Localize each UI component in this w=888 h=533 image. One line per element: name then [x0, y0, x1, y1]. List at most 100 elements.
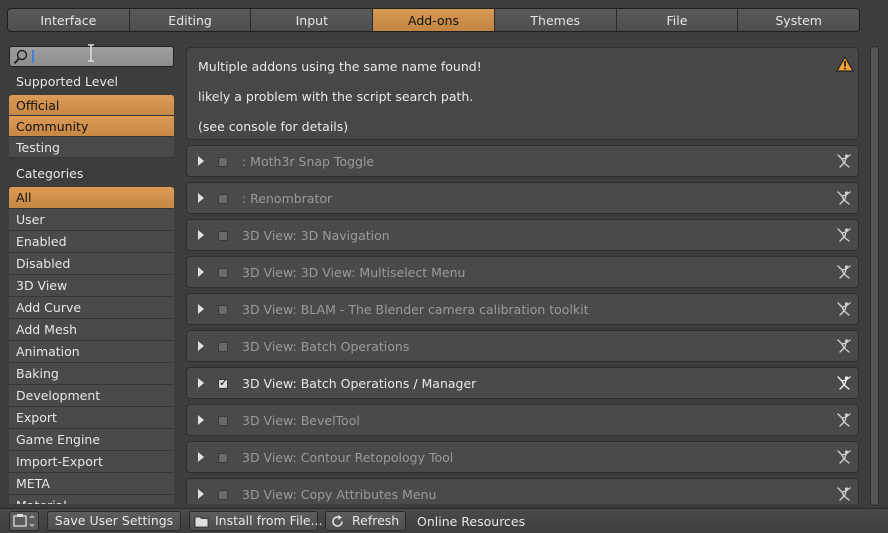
- category-game-engine[interactable]: Game Engine: [9, 429, 174, 451]
- category-material[interactable]: Material: [9, 495, 174, 504]
- save-user-settings-label: Save User Settings: [54, 513, 174, 528]
- addon-name: 3D View: Batch Operations / Manager: [242, 376, 477, 391]
- online-resources-link[interactable]: Online Resources: [417, 514, 525, 529]
- scrollbar-thumb[interactable]: [870, 46, 879, 506]
- user-addon-icon: [837, 450, 851, 464]
- addon-enable-checkbox[interactable]: [218, 342, 228, 352]
- expand-triangle-icon[interactable]: [198, 341, 204, 351]
- categories-heading: Categories: [16, 166, 84, 181]
- addon-enable-checkbox[interactable]: [218, 157, 228, 167]
- search-icon: [13, 49, 28, 65]
- folder-icon: [194, 516, 209, 528]
- category-disabled[interactable]: Disabled: [9, 253, 174, 275]
- expand-triangle-icon[interactable]: [198, 489, 204, 499]
- expand-triangle-icon[interactable]: [198, 452, 204, 462]
- addon-row[interactable]: 3D View: Copy Attributes Menu: [186, 478, 859, 504]
- addon-enable-checkbox[interactable]: [218, 490, 228, 500]
- category-user[interactable]: User: [9, 209, 174, 231]
- addon-enable-checkbox[interactable]: [218, 416, 228, 426]
- refresh-label: Refresh: [352, 513, 400, 528]
- user-addon-icon: [837, 302, 851, 316]
- addon-list: : Moth3r Snap Toggle : Renombrator 3D View…: [186, 145, 859, 504]
- addon-name: 3D View: BevelTool: [242, 413, 360, 428]
- category-add-curve[interactable]: Add Curve: [9, 297, 174, 319]
- user-addon-icon: [837, 265, 851, 279]
- preferences-tabs: Interface Editing Input Add-ons Themes File Sy…: [7, 8, 860, 32]
- refresh-icon: [332, 515, 343, 527]
- tab-editing[interactable]: Editing: [130, 9, 252, 31]
- install-from-file-label: Install from File...: [215, 513, 323, 528]
- addon-name: : Renombrator: [242, 191, 333, 206]
- user-addon-icon: [837, 339, 851, 353]
- tab-system[interactable]: System: [738, 9, 859, 31]
- category-add-mesh[interactable]: Add Mesh: [9, 319, 174, 341]
- warning-line-2: likely a problem with the script search …: [198, 89, 474, 104]
- category-import-export[interactable]: Import-Export: [9, 451, 174, 473]
- addon-row[interactable]: 3D View: 3D Navigation: [186, 219, 859, 251]
- expand-triangle-icon[interactable]: [198, 193, 204, 203]
- supported-level-list: Official Community Testing: [9, 95, 174, 158]
- mouse-ibeam-cursor-icon: [88, 44, 94, 62]
- expand-triangle-icon[interactable]: [198, 156, 204, 166]
- expand-triangle-icon[interactable]: [198, 304, 204, 314]
- expand-triangle-icon[interactable]: [198, 415, 204, 425]
- category-development[interactable]: Development: [9, 385, 174, 407]
- addon-enable-checkbox[interactable]: [218, 305, 228, 315]
- supported-level-testing[interactable]: Testing: [9, 137, 174, 158]
- supported-level-official[interactable]: Official: [9, 95, 174, 116]
- category-export[interactable]: Export: [9, 407, 174, 429]
- main-scrollbar[interactable]: [870, 34, 880, 506]
- addon-row[interactable]: 3D View: 3D View: Multiselect Menu: [186, 256, 859, 288]
- user-addon-icon: [837, 413, 851, 427]
- category-3d-view[interactable]: 3D View: [9, 275, 174, 297]
- category-baking[interactable]: Baking: [9, 363, 174, 385]
- tab-file[interactable]: File: [617, 9, 739, 31]
- addon-name: 3D View: 3D View: Multiselect Menu: [242, 265, 466, 280]
- addon-enable-checkbox[interactable]: [218, 376, 228, 389]
- addon-enable-checkbox[interactable]: [218, 231, 228, 241]
- addon-name: 3D View: Contour Retopology Tool: [242, 450, 454, 465]
- warning-line-1: Multiple addons using the same name foun…: [198, 59, 482, 74]
- expand-triangle-icon[interactable]: [198, 378, 204, 388]
- addon-enable-checkbox[interactable]: [218, 453, 228, 463]
- addon-enable-checkbox[interactable]: [218, 194, 228, 204]
- category-animation[interactable]: Animation: [9, 341, 174, 363]
- addon-row[interactable]: 3D View: BLAM - The Blender camera calib…: [186, 293, 859, 325]
- expand-triangle-icon[interactable]: [198, 230, 204, 240]
- warning-line-3: (see console for details): [198, 119, 349, 134]
- category-all[interactable]: All: [9, 187, 174, 209]
- refresh-button[interactable]: Refresh: [325, 511, 406, 531]
- bottom-toolbar: Save User Settings Install from File... …: [0, 508, 888, 533]
- addon-row[interactable]: : Renombrator: [186, 182, 859, 214]
- addon-row[interactable]: : Moth3r Snap Toggle: [186, 145, 859, 177]
- category-enabled[interactable]: Enabled: [9, 231, 174, 253]
- addon-row[interactable]: 3D View: Batch Operations / Manager: [186, 367, 859, 399]
- user-addon-icon: [837, 154, 851, 168]
- warning-panel: Multiple addons using the same name foun…: [186, 47, 859, 140]
- tab-add-ons[interactable]: Add-ons: [373, 9, 495, 31]
- preferences-editor-icon: [13, 514, 35, 527]
- addon-name: : Moth3r Snap Toggle: [242, 154, 375, 169]
- user-addon-icon: [837, 376, 851, 390]
- addon-row[interactable]: 3D View: Batch Operations: [186, 330, 859, 362]
- tab-input[interactable]: Input: [251, 9, 374, 31]
- expand-triangle-icon[interactable]: [198, 267, 204, 277]
- addon-enable-checkbox[interactable]: [218, 268, 228, 278]
- user-addon-icon: [837, 228, 851, 242]
- warning-triangle-icon: [836, 56, 854, 72]
- addon-row[interactable]: 3D View: BevelTool: [186, 404, 859, 436]
- editor-type-button[interactable]: [9, 511, 39, 531]
- tab-themes[interactable]: Themes: [495, 9, 617, 31]
- addon-row[interactable]: 3D View: Contour Retopology Tool: [186, 441, 859, 473]
- supported-level-community[interactable]: Community: [9, 116, 174, 137]
- save-user-settings-button[interactable]: Save User Settings: [47, 511, 181, 531]
- addon-name: 3D View: BLAM - The Blender camera calib…: [242, 302, 589, 317]
- addon-name: 3D View: 3D Navigation: [242, 228, 390, 243]
- supported-level-heading: Supported Level: [16, 74, 119, 89]
- install-from-file-button[interactable]: Install from File...: [189, 511, 323, 531]
- tab-interface[interactable]: Interface: [8, 9, 130, 31]
- addon-name: 3D View: Batch Operations: [242, 339, 410, 354]
- categories-list: All User Enabled Disabled 3D View Add Curve Ad…: [9, 187, 174, 504]
- addon-name: 3D View: Copy Attributes Menu: [242, 487, 437, 502]
- category-meta[interactable]: META: [9, 473, 174, 495]
